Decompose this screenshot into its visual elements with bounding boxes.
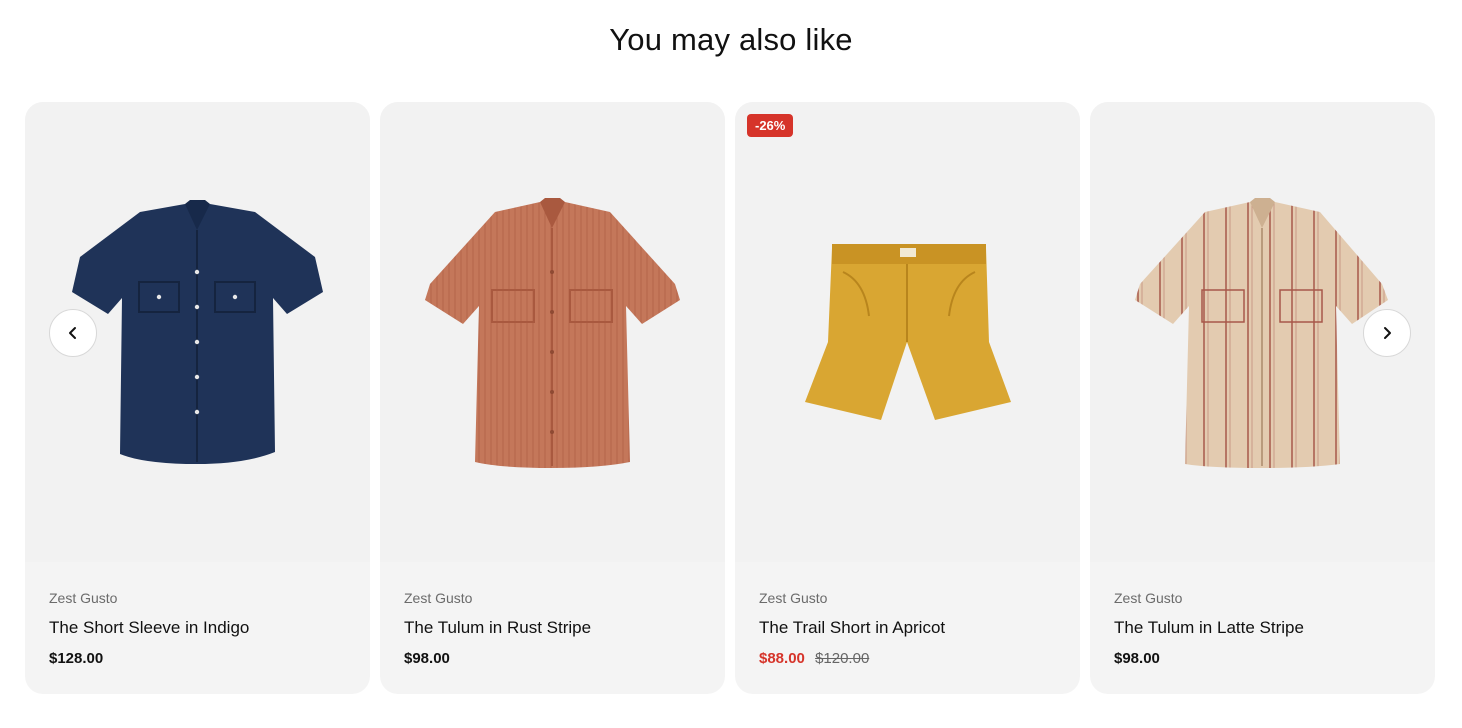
carousel-next-button[interactable] <box>1363 309 1411 357</box>
product-card[interactable]: Zest Gusto The Tulum in Latte Stripe $98… <box>1090 102 1435 694</box>
product-image[interactable]: -26% <box>735 102 1080 562</box>
product-vendor: Zest Gusto <box>759 590 828 606</box>
product-price: $128.00 <box>49 650 104 667</box>
product-sale-price: $88.00 <box>759 650 805 667</box>
product-title[interactable]: The Trail Short in Apricot <box>759 618 1060 640</box>
rust-shirt-illustration <box>425 198 680 468</box>
product-price-row: $98.00 <box>1114 650 1415 670</box>
product-price-row: $128.00 <box>49 650 350 670</box>
carousel-prev-button[interactable] <box>49 309 97 357</box>
product-card[interactable]: -26% Zest Gusto The Trail Short in Apric… <box>735 102 1080 694</box>
section-title: You may also like <box>609 22 853 57</box>
product-vendor: Zest Gusto <box>404 590 473 606</box>
product-vendor: Zest Gusto <box>1114 590 1183 606</box>
product-card[interactable]: Zest Gusto The Short Sleeve in Indigo $1… <box>25 102 370 694</box>
discount-badge: -26% <box>747 114 794 137</box>
product-price: $98.00 <box>404 650 450 667</box>
product-card[interactable]: Zest Gusto The Tulum in Rust Stripe $98.… <box>380 102 725 694</box>
product-vendor: Zest Gusto <box>49 590 118 606</box>
product-title[interactable]: The Tulum in Rust Stripe <box>404 618 705 640</box>
product-compare-price: $120.00 <box>815 650 870 667</box>
product-image[interactable] <box>380 102 725 562</box>
apricot-shorts-illustration <box>805 244 1011 420</box>
product-title[interactable]: The Short Sleeve in Indigo <box>49 618 350 640</box>
product-price-row: $88.00 $120.00 <box>759 650 1060 670</box>
product-title[interactable]: The Tulum in Latte Stripe <box>1114 618 1415 640</box>
product-price: $98.00 <box>1114 650 1160 667</box>
chevron-right-icon <box>1384 327 1391 339</box>
product-price-row: $98.00 <box>404 650 705 670</box>
chevron-left-icon <box>69 327 76 339</box>
